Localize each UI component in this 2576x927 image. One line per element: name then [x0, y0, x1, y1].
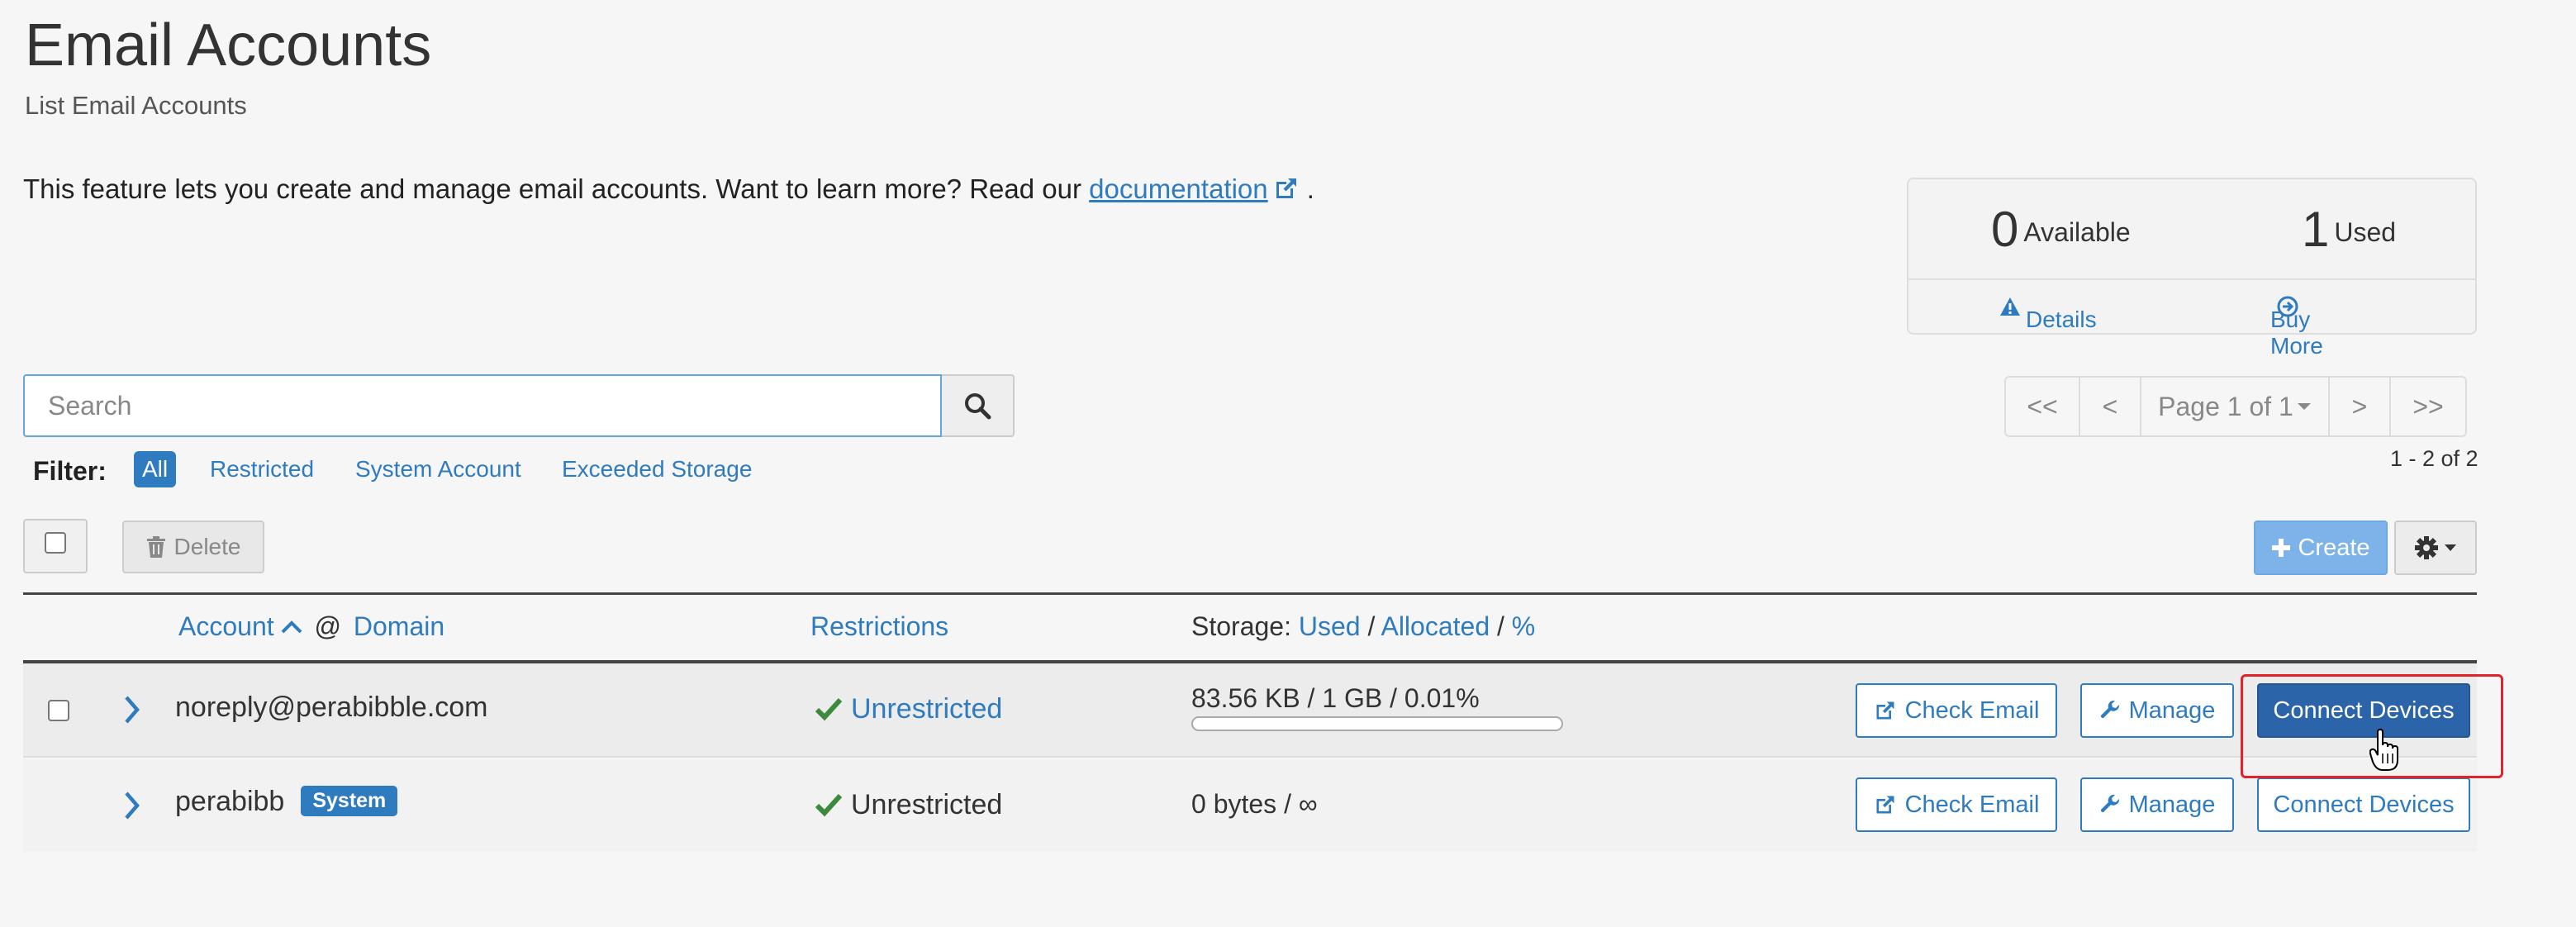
connect-devices-button[interactable]: Connect Devices — [2257, 777, 2470, 832]
account-name: noreply@perabibble.com — [175, 692, 488, 723]
at-symbol: @ — [314, 611, 341, 641]
select-all-container — [23, 519, 88, 573]
storage-header-label: Storage: — [1191, 611, 1291, 641]
check-icon — [815, 793, 843, 817]
create-button[interactable]: Create — [2254, 521, 2388, 575]
check-email-button[interactable]: Check Email — [1856, 777, 2057, 832]
table-header: Account @ Domain Restrictions Storage: U… — [23, 592, 2477, 663]
restriction-link[interactable]: Unrestricted — [815, 693, 1002, 725]
stats-links: Details Buy More — [1908, 280, 2475, 359]
description-text: This feature lets you create and manage … — [23, 174, 1090, 204]
account-name: perabibb System — [175, 786, 398, 818]
check-email-label: Check Email — [1904, 696, 2040, 724]
last-page-button[interactable]: >> — [2391, 378, 2465, 435]
used-stat: 1 Used — [2302, 201, 2396, 258]
wrench-icon — [2100, 700, 2119, 719]
prev-page-button[interactable]: < — [2080, 378, 2141, 435]
available-count: 0 — [1991, 202, 2019, 257]
account-stats-panel: 0 Available 1 Used Details Buy More — [1907, 178, 2477, 359]
filter-exceeded-storage[interactable]: Exceeded Storage — [554, 451, 760, 487]
feature-description: This feature lets you create and manage … — [23, 174, 1314, 205]
search-icon — [965, 393, 991, 420]
storage-header: Storage: Used / Allocated / % — [1191, 611, 1535, 642]
buy-more-link[interactable]: Buy More — [2270, 293, 2323, 359]
select-all-checkbox[interactable] — [45, 532, 66, 554]
table-row: noreply@perabibble.com Unrestricted 83.5… — [23, 663, 2477, 758]
stats-counts: 0 Available 1 Used — [1908, 179, 2475, 280]
delete-button[interactable]: Delete — [122, 521, 264, 573]
storage-usage: 0 bytes / ∞ — [1191, 789, 1318, 819]
page-title: Email Accounts — [25, 12, 432, 78]
settings-button[interactable] — [2394, 521, 2477, 575]
next-page-button[interactable]: > — [2330, 378, 2391, 435]
sort-by-used[interactable]: Used — [1299, 611, 1361, 641]
table-row: perabibb System Unrestricted 0 bytes / ∞ … — [23, 759, 2477, 852]
manage-label: Manage — [2128, 791, 2216, 818]
page-select[interactable]: Page 1 of 1 — [2141, 378, 2330, 435]
restriction-label: Unrestricted — [851, 789, 1003, 820]
header-separator: / — [1367, 611, 1376, 641]
sort-by-restrictions[interactable]: Restrictions — [810, 611, 948, 642]
available-stat: 0 Available — [1991, 201, 2131, 258]
header-separator: / — [1497, 611, 1504, 641]
check-icon — [815, 697, 843, 721]
delete-button-label: Delete — [173, 534, 241, 559]
caret-down-icon — [2445, 544, 2456, 551]
result-range: 1 - 2 of 2 — [2390, 446, 2479, 471]
check-email-button[interactable]: Check Email — [1856, 683, 2057, 738]
page-subtitle: List Email Accounts — [25, 91, 247, 120]
sort-by-domain[interactable]: Domain — [354, 611, 444, 641]
description-end: . — [1306, 174, 1314, 204]
wrench-icon — [2100, 794, 2119, 813]
expand-chevron-icon[interactable] — [124, 695, 140, 725]
available-label: Available — [2023, 217, 2131, 247]
external-link-icon — [1276, 178, 1296, 198]
check-email-label: Check Email — [1904, 791, 2040, 818]
hand-pointer-icon — [2369, 729, 2398, 771]
buy-more-label: Buy More — [2270, 307, 2323, 359]
account-name-label: perabibb — [175, 786, 285, 817]
gear-icon — [2415, 536, 2438, 559]
sort-by-percent[interactable]: % — [1512, 611, 1535, 641]
first-page-button[interactable]: << — [2006, 378, 2080, 435]
page-select-label: Page 1 of 1 — [2158, 391, 2293, 421]
row-checkbox[interactable] — [48, 700, 69, 721]
trash-icon — [146, 536, 165, 558]
expand-chevron-icon[interactable] — [124, 791, 140, 820]
used-label: Used — [2334, 217, 2397, 247]
restriction-label: Unrestricted — [851, 693, 1003, 725]
filter-all[interactable]: All — [134, 451, 177, 487]
manage-button[interactable]: Manage — [2080, 777, 2234, 832]
filter-label: Filter: — [33, 456, 107, 486]
storage-usage-bar — [1191, 716, 1563, 731]
plus-icon — [2272, 539, 2291, 557]
pagination: << < Page 1 of 1 > >> — [2004, 376, 2467, 437]
filter-system-account[interactable]: System Account — [347, 451, 530, 487]
external-link-icon — [1876, 701, 1894, 720]
used-count: 1 — [2302, 202, 2330, 257]
external-link-icon — [1876, 796, 1894, 814]
chevron-up-icon — [281, 620, 302, 634]
sort-by-account[interactable]: Account @ Domain — [178, 611, 444, 642]
filter-restricted[interactable]: Restricted — [202, 451, 322, 487]
manage-button[interactable]: Manage — [2080, 683, 2234, 738]
warning-icon — [2000, 297, 2020, 316]
create-button-label: Create — [2298, 534, 2370, 561]
caret-down-icon — [2297, 403, 2311, 410]
system-badge: System — [301, 786, 398, 816]
manage-label: Manage — [2128, 696, 2216, 724]
documentation-link[interactable]: documentation — [1089, 174, 1267, 204]
restriction-status: Unrestricted — [815, 789, 1002, 821]
search-button[interactable] — [942, 374, 1015, 437]
storage-usage: 83.56 KB / 1 GB / 0.01% — [1191, 683, 1480, 713]
details-link-label: Details — [2026, 307, 2097, 332]
details-link[interactable]: Details — [1999, 293, 2097, 332]
account-header-label: Account — [178, 611, 274, 641]
sort-by-allocated[interactable]: Allocated — [1381, 611, 1490, 641]
search-input[interactable] — [23, 374, 942, 437]
